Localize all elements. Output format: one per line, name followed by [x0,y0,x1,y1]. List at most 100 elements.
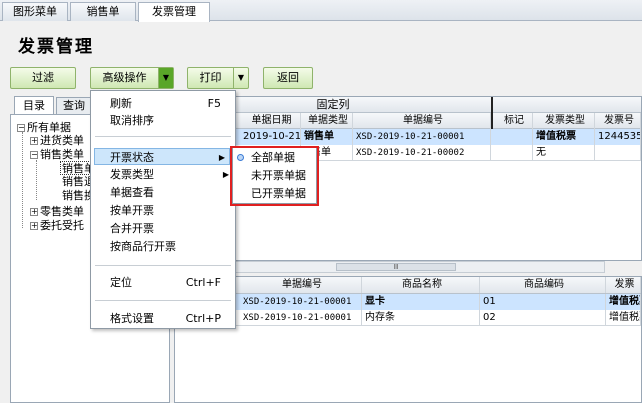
page-title: 发票管理 [18,37,94,57]
tab-invoice-management[interactable]: 发票管理 [138,2,210,22]
menu-item-invoice-by-doc[interactable]: 按单开票 [91,202,235,219]
menu-item-invoice-by-line[interactable]: 按商品行开票 [91,238,235,255]
menu-item-label: 按商品行开票 [110,240,176,253]
chevron-down-icon[interactable]: ▼ [158,68,173,88]
cell-mark [493,129,533,145]
table-row[interactable]: 2019-10-21 销售单 XSD-2019-10-21-00001 增值税票… [175,129,641,145]
cell-type: 销售单 [301,129,353,145]
tree-item-label: 进货类单 [40,134,84,147]
menu-item-invoice-type[interactable]: 发票类型 ▶ [91,166,235,183]
advanced-ops-label: 高级操作 [102,71,147,84]
filter-button[interactable]: 过滤 [10,67,76,89]
expand-icon[interactable]: + [30,137,38,145]
advanced-ops-button[interactable]: 高级操作 ▼ [90,67,174,89]
tree-item-label: 委托受托 [40,219,84,232]
cell-doc-no: XSD-2019-10-21-00001 [240,294,362,310]
col-invoice[interactable]: 发票 [606,277,641,293]
left-tab-query[interactable]: 查询 [56,97,92,114]
menu-item-locate[interactable]: 定位 Ctrl+F [91,274,235,291]
cell-doc-no: XSD-2019-10-21-00001 [240,310,362,326]
scrollbar-thumb[interactable]: Ⅲ [336,263,456,271]
tree-item-retail[interactable]: + 零售类单 [30,205,84,219]
menu-item-label: 按单开票 [110,204,154,217]
top-grid-column-header: 单据日期 单据类型 单据编号 标记 发票类型 发票号 [175,113,641,129]
col-doc-no[interactable]: 单据编号 [240,277,362,293]
expand-icon[interactable]: + [30,208,38,216]
tree-connector [22,132,23,228]
menu-item-label: 合并开票 [110,222,154,235]
menu-item-label: 开票状态 [110,151,154,164]
cell-product-code: 02 [480,310,606,326]
tree-item-label: 零售类单 [40,205,84,218]
menu-item-label: 发票类型 [110,168,154,181]
chevron-down-icon[interactable]: ▼ [233,68,248,88]
cell-invoice-no: 1244535 [595,129,641,145]
cell-product-name: 显卡 [362,294,480,310]
cell-invoice-type: 增值税票 [533,129,595,145]
print-label: 打印 [199,71,222,84]
print-button[interactable]: 打印 ▼ [187,67,249,89]
menu-item-label: 取消排序 [110,114,154,127]
menu-item-format-settings[interactable]: 格式设置 Ctrl+P [91,310,235,327]
menu-shortcut: F5 [207,97,221,110]
menu-item-label: 单据查看 [110,186,154,199]
menu-item-view-doc[interactable]: 单据查看 [91,184,235,201]
tree-item-consign[interactable]: + 委托受托 [30,219,84,233]
cell-invoice: 增值税票 [606,310,641,326]
tree-item-purchase[interactable]: + 进货类单 [30,134,84,148]
expand-icon[interactable]: + [30,222,38,230]
back-label: 返回 [277,71,299,84]
col-doc-no[interactable]: 单据编号 [353,113,491,129]
menu-item-refresh[interactable]: 刷新 F5 [91,95,235,112]
horizontal-scrollbar[interactable]: Ⅲ [175,261,605,273]
menu-item-merge-invoice[interactable]: 合并开票 [91,220,235,237]
menu-shortcut: Ctrl+F [185,276,221,289]
col-mark[interactable]: 标记 [493,113,533,129]
tree-root[interactable]: − 所有单据 [17,121,71,135]
tree-item-label: 销售类单 [40,148,84,161]
submenu-arrow-icon: ▶ [218,153,225,162]
col-doc-type[interactable]: 单据类型 [301,113,353,129]
cell-product-code: 01 [480,294,606,310]
cell-doc-no: XSD-2019-10-21-00001 [353,129,491,145]
col-doc-date[interactable]: 单据日期 [240,113,301,129]
submenu-arrow-icon: ▶ [222,170,229,179]
collapse-icon[interactable]: − [17,124,25,132]
tab-sales-order[interactable]: 销售单 [70,2,136,21]
col-product-code[interactable]: 商品编码 [480,277,606,293]
back-button[interactable]: 返回 [263,67,313,89]
left-tab-catalog[interactable]: 目录 [14,96,54,114]
tab-graphic-menu[interactable]: 图形菜单 [2,2,68,21]
cell-mark [493,145,533,161]
collapse-icon[interactable]: − [30,151,38,159]
highlight-annotation-box [230,146,319,206]
filter-label: 过滤 [32,71,54,84]
advanced-ops-menu: 刷新 F5 取消排序 开票状态 ▶ 发票类型 ▶ 单据查看 按单开票 合并开票 按商品… [90,90,236,329]
menu-item-label: 定位 [110,276,132,289]
col-invoice-type[interactable]: 发票类型 [533,113,595,129]
menu-separator [95,265,231,266]
cell-invoice-no [595,145,641,161]
menu-separator [95,300,231,301]
cell-product-name: 内存条 [362,310,480,326]
tree-connector [36,160,37,200]
menu-item-label: 刷新 [110,97,132,110]
menu-item-invoice-status[interactable]: 开票状态 ▶ [94,148,230,165]
cell-date: 2019-10-21 [240,129,301,145]
tree-item-sales[interactable]: − 销售类单 [30,148,84,162]
cell-doc-no: XSD-2019-10-21-00002 [353,145,491,161]
top-tab-bar: 图形菜单 销售单 发票管理 [0,0,642,22]
cell-invoice: 增值税票 [606,294,641,310]
grid-header-spacer [493,97,641,113]
table-row[interactable]: XSD-2019-10-21-00001 内存条 02 增值税票 [175,310,641,326]
bottom-grid-column-header: 单据编号 商品名称 商品编码 发票 [175,277,641,294]
col-invoice-no[interactable]: 发票号 [595,113,641,129]
tree-root-label: 所有单据 [27,121,71,134]
cell-invoice-type: 无 [533,145,595,161]
menu-item-cancel-sort[interactable]: 取消排序 [91,112,235,129]
menu-separator [95,136,231,137]
col-product-name[interactable]: 商品名称 [362,277,480,293]
table-row[interactable]: XSD-2019-10-21-00001 显卡 01 增值税票 [175,294,641,310]
menu-item-label: 格式设置 [110,312,154,325]
menu-shortcut: Ctrl+P [185,312,221,325]
